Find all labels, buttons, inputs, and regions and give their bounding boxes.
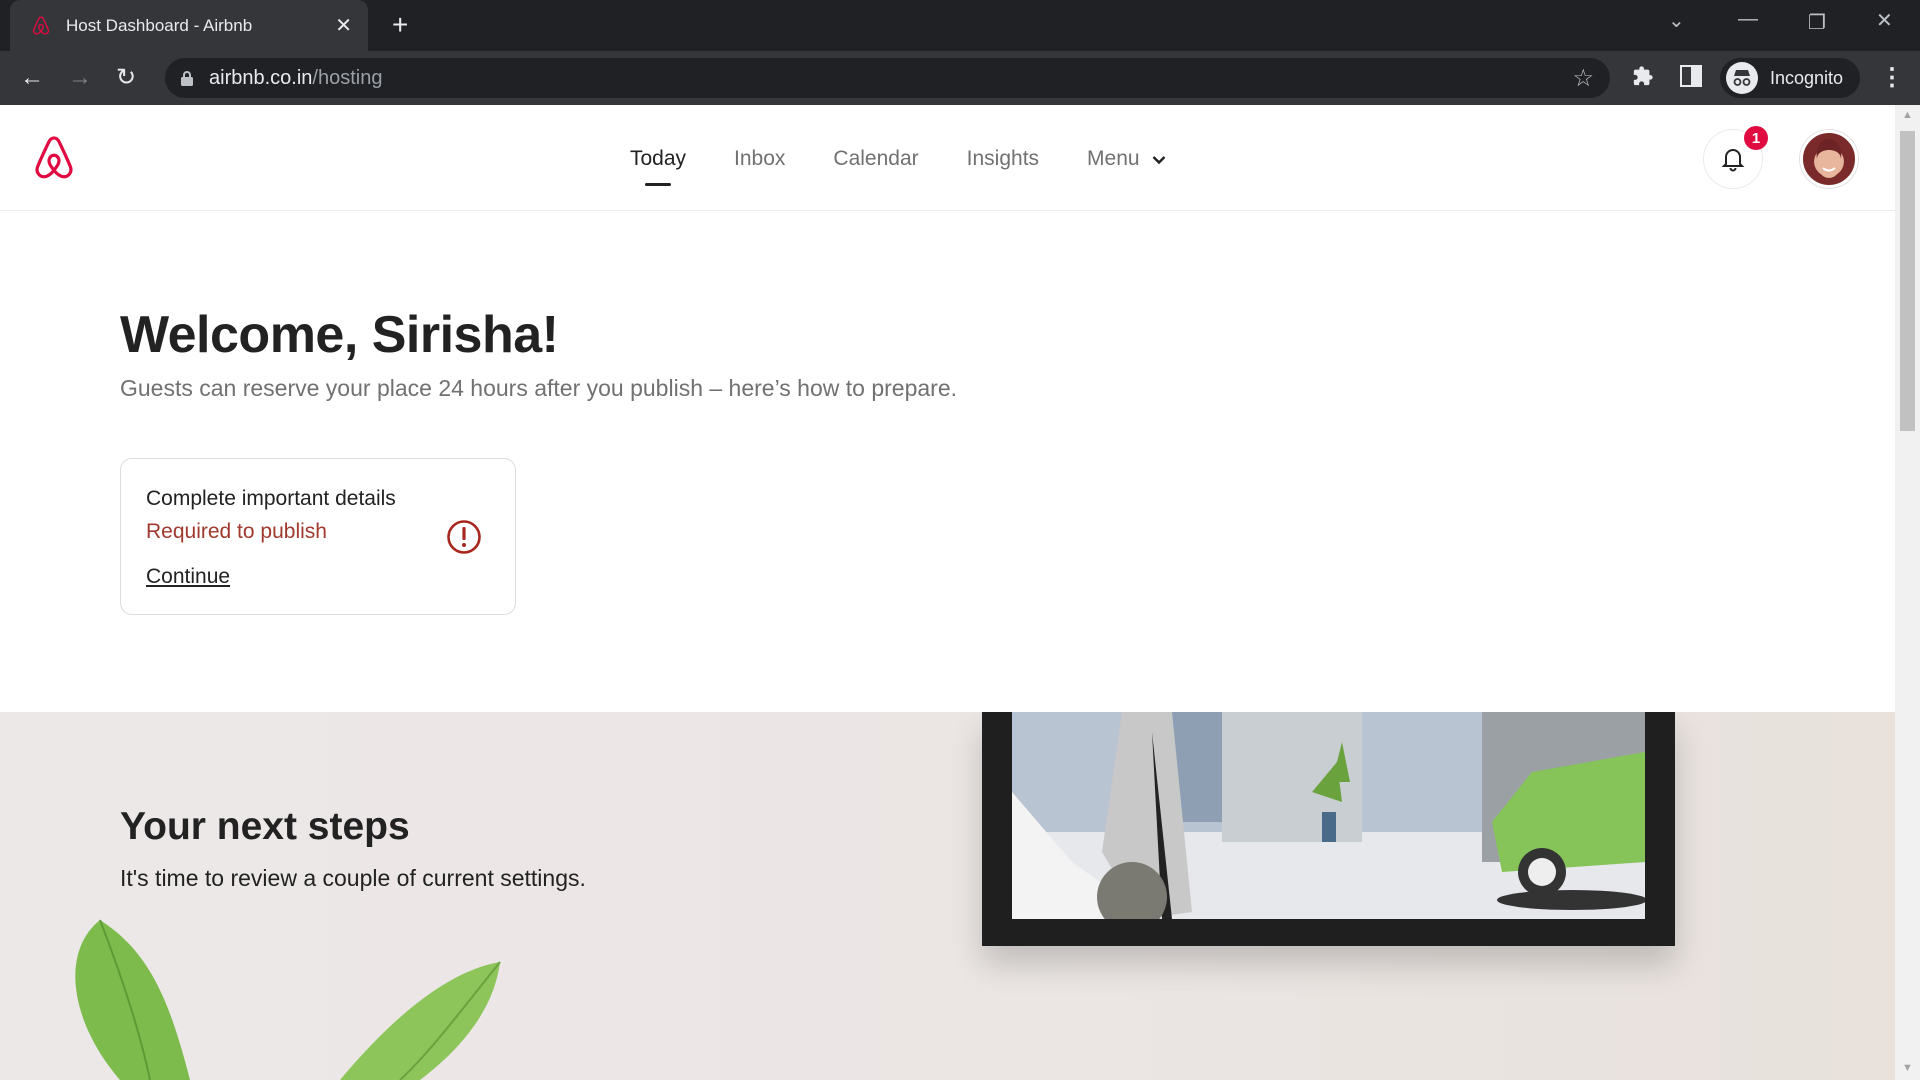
avatar[interactable] (1800, 130, 1858, 188)
address-bar[interactable]: airbnb.co.in/hosting ☆ (165, 58, 1610, 98)
incognito-icon (1726, 62, 1758, 94)
scroll-thumb[interactable] (1900, 131, 1915, 431)
task-card: Complete important details Required to p… (120, 458, 516, 615)
task-card-status: Required to publish (146, 520, 327, 543)
lock-icon (181, 71, 193, 86)
alert-icon (447, 520, 481, 554)
incognito-profile-button[interactable]: Incognito (1720, 58, 1860, 98)
site-header: Today Inbox Calendar Insights Menu 1 (0, 105, 1895, 211)
restore-icon[interactable]: ❐ (1808, 10, 1826, 35)
continue-link[interactable]: Continue (146, 565, 230, 589)
more-icon[interactable]: ⋮ (1880, 63, 1904, 92)
browser-tab-bar: Host Dashboard - Airbnb ✕ + ⌄ — ❐ ✕ (0, 0, 1920, 51)
task-card-title: Complete important details (146, 487, 396, 510)
bell-icon (1721, 149, 1745, 172)
page-scrollbar[interactable]: ▲ ▼ (1895, 105, 1920, 1080)
next-steps-subtitle: It's time to review a couple of current … (120, 865, 586, 891)
plant-illustration (75, 919, 501, 1080)
street-illustration (1012, 712, 1645, 919)
bookmark-star-icon[interactable]: ☆ (1572, 64, 1594, 93)
chevron-down-icon (1152, 152, 1166, 170)
side-panel-icon[interactable] (1680, 65, 1702, 93)
main-nav: Today Inbox Calendar Insights Menu (630, 147, 1214, 171)
scroll-up-icon[interactable]: ▲ (1902, 109, 1913, 121)
url-path: /hosting (312, 66, 383, 89)
tab-title: Host Dashboard - Airbnb (66, 15, 253, 35)
incognito-label: Incognito (1770, 67, 1844, 88)
scroll-down-icon[interactable]: ▼ (1902, 1062, 1913, 1074)
new-tab-icon[interactable]: + (392, 10, 408, 40)
browser-tab[interactable]: Host Dashboard - Airbnb ✕ (10, 0, 368, 51)
notification-badge: 1 (1744, 126, 1768, 150)
welcome-subtitle: Guests can reserve your place 24 hours a… (120, 375, 957, 401)
next-steps-section: Your next steps It's time to review a co… (0, 712, 1895, 1080)
nav-menu-label: Menu (1087, 147, 1140, 170)
reload-icon[interactable]: ↻ (116, 63, 136, 93)
minimize-icon[interactable]: — (1738, 8, 1758, 31)
nav-inbox[interactable]: Inbox (734, 147, 785, 171)
airbnb-logo-icon (32, 15, 50, 35)
browser-toolbar: ← → ↻ airbnb.co.in/hosting ☆ Incognito ⋮ (0, 51, 1920, 105)
close-tab-icon[interactable]: ✕ (335, 13, 352, 38)
notifications-button[interactable]: 1 (1703, 126, 1768, 189)
extensions-icon[interactable] (1632, 65, 1654, 93)
airbnb-logo-icon[interactable] (30, 135, 78, 185)
nav-today[interactable]: Today (630, 147, 686, 171)
next-steps-title: Your next steps (120, 805, 410, 848)
nav-menu[interactable]: Menu (1087, 147, 1166, 171)
close-window-icon[interactable]: ✕ (1876, 8, 1893, 33)
tab-search-icon[interactable]: ⌄ (1668, 8, 1685, 33)
nav-insights[interactable]: Insights (967, 147, 1039, 171)
forward-icon[interactable]: → (68, 63, 92, 93)
profile-photo (1816, 139, 1842, 178)
page-title: Welcome, Sirisha! (120, 306, 559, 364)
back-icon[interactable]: ← (20, 63, 44, 93)
framed-artwork (982, 712, 1675, 946)
nav-calendar[interactable]: Calendar (833, 147, 918, 171)
url-host: airbnb.co.in (209, 66, 313, 89)
url-text[interactable]: airbnb.co.in/hosting (209, 67, 382, 90)
